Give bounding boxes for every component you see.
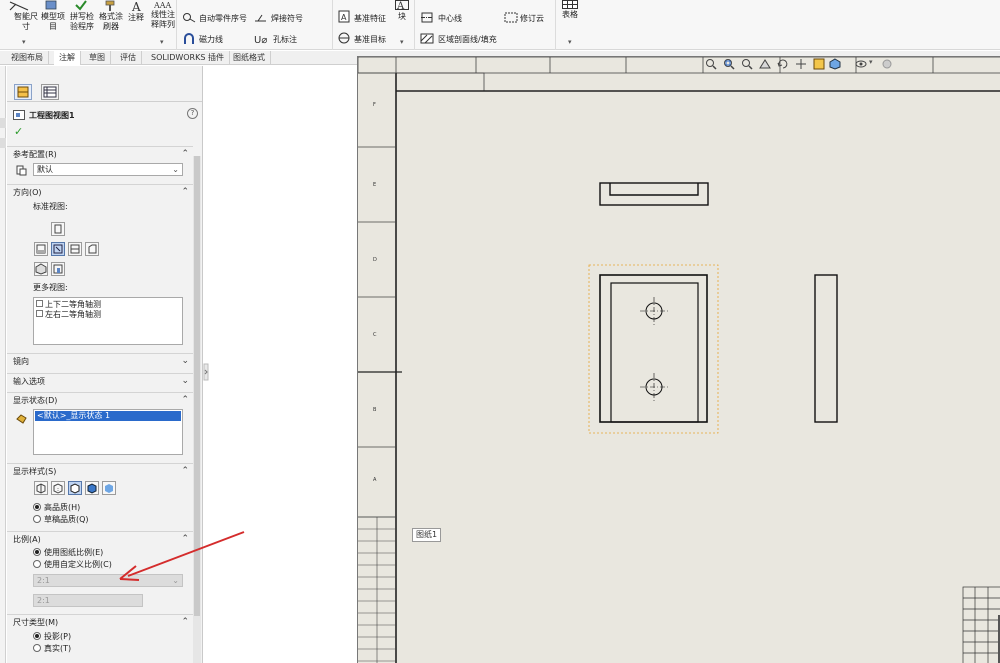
- annotation-arrow: [119, 531, 245, 581]
- solidworks-window: 智能尺 寸 ▾ 模型项 目 拼写检 验程序 格式涂 刷器 A 注释 AAA 线性…: [0, 0, 1000, 663]
